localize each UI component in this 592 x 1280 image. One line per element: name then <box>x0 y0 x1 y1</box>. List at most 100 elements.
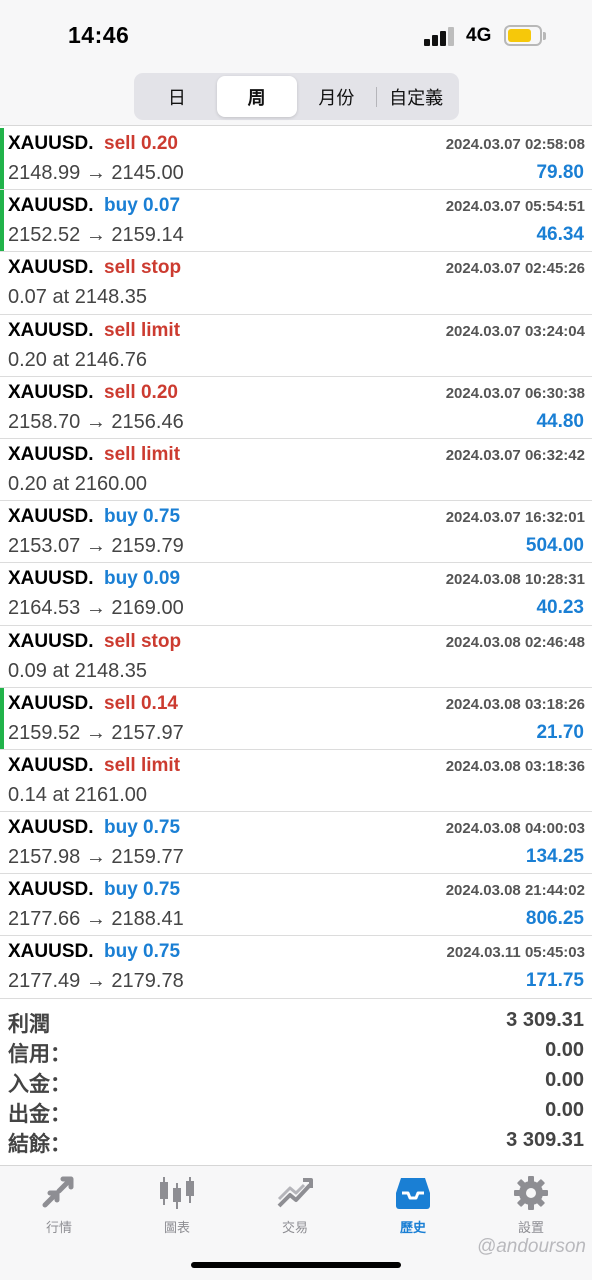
tab-label: 設置 <box>517 1220 544 1235</box>
trade-time: 2024.03.07 02:58:08 <box>445 136 585 153</box>
trade-profit: 171.75 <box>525 970 584 992</box>
trade-row[interactable]: XAUUSD. buy 0.75 2024.03.08 21:44:02 217… <box>0 874 592 937</box>
summary-credit-row: 信用： 0.00 <box>0 1038 592 1068</box>
gear-icon <box>511 1174 551 1211</box>
trade-profit: 79.80 <box>536 162 584 183</box>
summary-balance-row: 結餘： 3 309.31 <box>0 1128 592 1158</box>
trade-prices: 2177.49 → 2179.78 <box>8 970 184 993</box>
tab-history[interactable]: 歷史 <box>354 1174 472 1236</box>
trade-symbol: XAUUSD. <box>8 195 94 217</box>
trade-symbol: XAUUSD. <box>8 879 94 901</box>
trade-row[interactable]: XAUUSD. buy 0.09 2024.03.08 10:28:31 216… <box>0 563 592 626</box>
trade-time: 2024.03.07 02:45:26 <box>445 260 585 278</box>
trade-symbol: XAUUSD. <box>8 506 94 528</box>
trade-time: 2024.03.07 05:54:51 <box>445 198 585 216</box>
history-inbox-icon <box>393 1174 433 1211</box>
tab-label: 行情 <box>45 1220 72 1235</box>
summary-value: 3 309.31 <box>506 1129 584 1151</box>
trade-time: 2024.03.08 10:28:31 <box>445 571 585 589</box>
network-type: 4G <box>466 25 492 46</box>
cellular-signal-icon <box>424 26 458 46</box>
trade-prices: 2152.52 → 2159.14 <box>8 224 184 247</box>
trade-prices: 2153.07 → 2159.79 <box>8 535 184 558</box>
trade-prices: 2164.53 → 2169.00 <box>8 597 184 620</box>
trade-row[interactable]: XAUUSD. sell 0.20 2024.03.07 02:58:08 21… <box>0 128 592 191</box>
trade-row[interactable]: XAUUSD. buy 0.75 2024.03.11 05:45:03 217… <box>0 936 592 999</box>
trade-row[interactable]: XAUUSD. sell stop 2024.03.08 02:46:48 0.… <box>0 626 592 688</box>
trade-symbol: XAUUSD. <box>8 692 94 714</box>
period-segmented-control: 日 周 月份 自定義 <box>134 73 459 120</box>
tab-label: 交易 <box>281 1220 308 1235</box>
summary-label: 結餘： <box>8 1133 71 1156</box>
summary-value: 0.00 <box>545 1039 584 1061</box>
period-tab-month[interactable]: 月份 <box>297 76 377 117</box>
candlestick-chart-icon <box>157 1174 197 1211</box>
trade-prices: 2159.52 → 2157.97 <box>8 721 184 744</box>
period-tab-custom[interactable]: 自定義 <box>376 76 456 117</box>
trade-prices: 2158.70 → 2156.46 <box>8 410 184 433</box>
trade-type: sell stop <box>104 257 182 279</box>
summary-label: 利潤 <box>8 1013 50 1036</box>
trade-profit: 21.70 <box>536 721 584 743</box>
trade-row[interactable]: XAUUSD. sell 0.14 2024.03.08 03:18:26 21… <box>0 687 592 750</box>
trade-profit: 806.25 <box>525 908 584 930</box>
trade-type: sell 0.20 <box>104 133 178 154</box>
trade-row[interactable]: XAUUSD. sell limit 2024.03.07 06:32:42 0… <box>0 439 592 502</box>
tab-quotes[interactable]: 行情 <box>0 1174 118 1236</box>
status-bar: 14:46 4G <box>0 0 592 70</box>
trade-type: buy 0.07 <box>104 195 181 217</box>
summary-value: 0.00 <box>545 1099 584 1121</box>
trade-type: sell 0.20 <box>104 381 178 403</box>
watermark: @andourson <box>476 1236 586 1257</box>
tab-label: 圖表 <box>163 1220 190 1235</box>
trade-profit: 46.34 <box>536 224 584 246</box>
trade-prices: 0.20 at 2160.00 <box>8 472 148 495</box>
period-tab-week[interactable]: 周 <box>216 76 297 117</box>
trade-type: sell limit <box>104 443 181 465</box>
trade-row[interactable]: XAUUSD. buy 0.75 2024.03.08 04:00:03 215… <box>0 812 592 875</box>
trade-symbol: XAUUSD. <box>8 319 94 341</box>
trade-symbol: XAUUSD. <box>8 381 94 403</box>
trade-trend-icon <box>275 1174 315 1211</box>
summary-profit-row: 利潤 3 309.31 <box>0 1008 592 1038</box>
trade-profit: 44.80 <box>536 410 584 432</box>
summary-value: 0.00 <box>545 1069 584 1091</box>
trade-type: sell limit <box>104 319 181 341</box>
trade-profit: 134.25 <box>525 846 584 868</box>
trade-row[interactable]: XAUUSD. sell stop 2024.03.07 02:45:26 0.… <box>0 252 592 315</box>
trade-prices: 0.20 at 2146.76 <box>8 348 148 371</box>
tab-settings[interactable]: 設置 <box>472 1174 590 1236</box>
trade-row[interactable]: XAUUSD. sell 0.20 2024.03.07 06:30:38 21… <box>0 377 592 439</box>
trade-type: sell 0.14 <box>104 692 178 714</box>
summary-withdrawal-row: 出金： 0.00 <box>0 1098 592 1128</box>
trade-row[interactable]: XAUUSD. sell limit 2024.03.07 03:24:04 0… <box>0 315 592 377</box>
period-tab-day[interactable]: 日 <box>137 76 217 117</box>
tab-chart[interactable]: 圖表 <box>118 1174 236 1236</box>
trade-row[interactable]: XAUUSD. buy 0.75 2024.03.07 16:32:01 215… <box>0 501 592 564</box>
trade-symbol: XAUUSD. <box>8 257 94 279</box>
trade-time: 2024.03.08 21:44:02 <box>445 882 585 900</box>
trade-row[interactable]: XAUUSD. buy 0.07 2024.03.07 05:54:51 215… <box>0 190 592 253</box>
trade-time: 2024.03.07 03:24:04 <box>445 322 585 340</box>
trade-time: 2024.03.08 02:46:48 <box>445 633 585 651</box>
account-summary: 利潤 3 309.31 信用： 0.00 入金： 0.00 出金： 0.00 結… <box>0 1008 592 1158</box>
trade-time: 2024.03.11 05:45:03 <box>446 944 585 962</box>
trade-row[interactable]: XAUUSD. sell limit 2024.03.08 03:18:36 0… <box>0 750 592 813</box>
trade-type: buy 0.75 <box>104 817 181 839</box>
trade-symbol: XAUUSD. <box>8 133 94 154</box>
trade-type: buy 0.75 <box>104 941 181 963</box>
trade-symbol: XAUUSD. <box>8 443 94 465</box>
tab-trade[interactable]: 交易 <box>236 1174 354 1236</box>
trade-type: sell limit <box>104 754 181 776</box>
clock: 14:46 <box>68 22 130 48</box>
tab-label: 歷史 <box>399 1220 426 1235</box>
trade-time: 2024.03.08 03:18:36 <box>445 757 585 775</box>
battery-icon <box>504 25 546 46</box>
home-indicator[interactable] <box>191 1262 401 1268</box>
summary-label: 入金： <box>8 1073 71 1096</box>
trade-profit: 40.23 <box>536 597 584 619</box>
trade-time: 2024.03.07 16:32:01 <box>445 509 585 527</box>
trade-time: 2024.03.08 04:00:03 <box>445 820 585 838</box>
trade-type: buy 0.75 <box>104 879 181 901</box>
trade-time: 2024.03.08 03:18:26 <box>445 695 585 713</box>
